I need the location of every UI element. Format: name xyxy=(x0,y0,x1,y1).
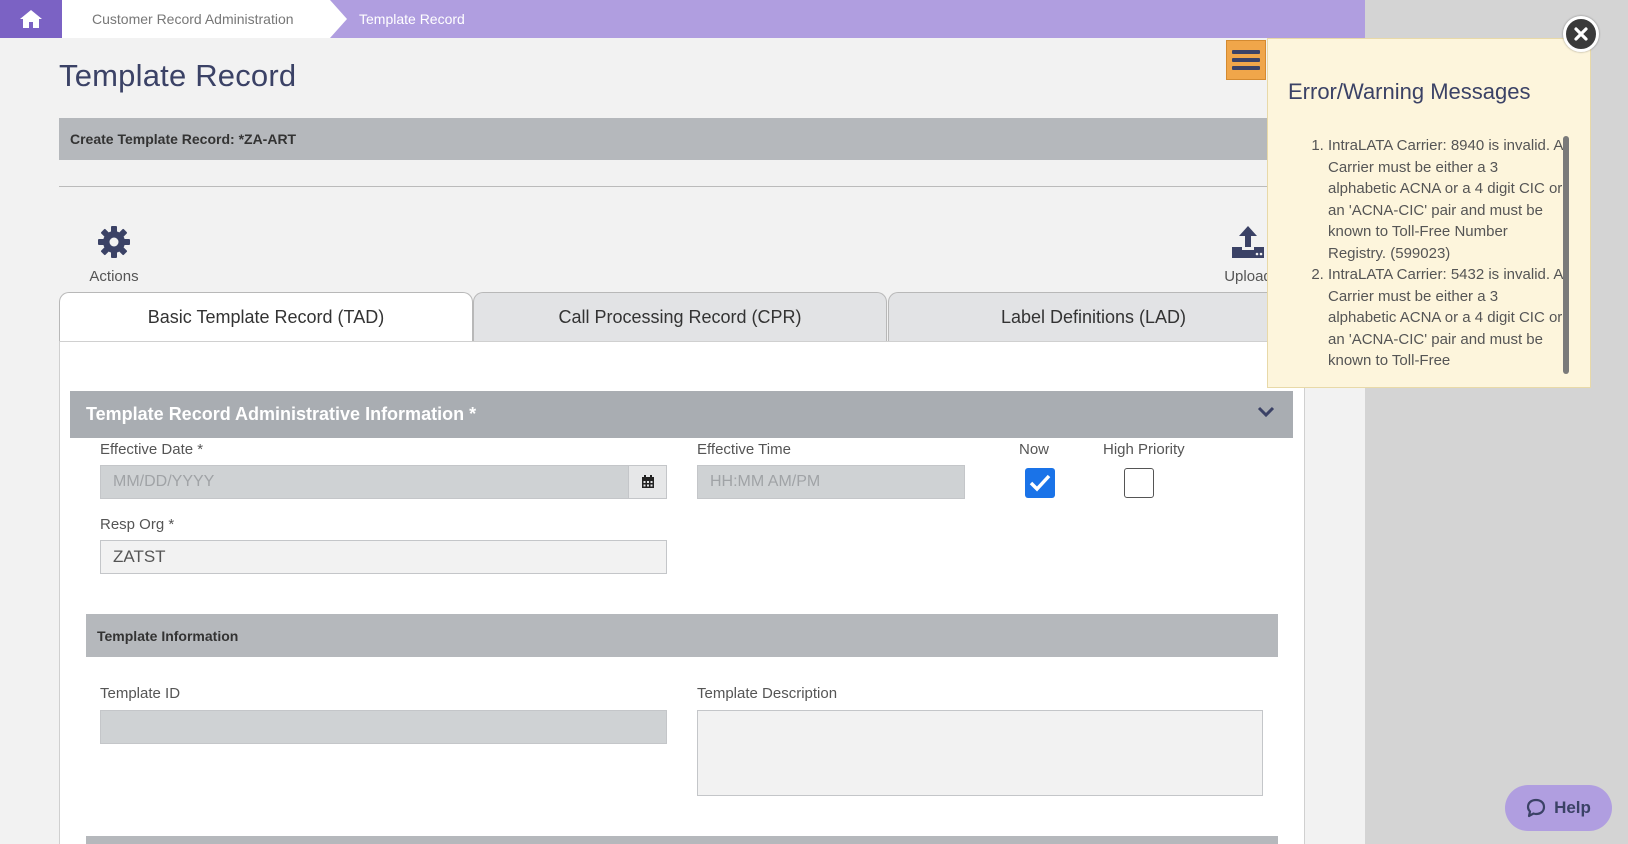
breadcrumb-item-customer-record-administration[interactable]: Customer Record Administration xyxy=(62,0,330,38)
now-checkbox[interactable] xyxy=(1025,468,1055,498)
breadcrumb-separator xyxy=(330,0,347,38)
high-priority-checkbox[interactable] xyxy=(1124,468,1154,498)
breadcrumb: Customer Record Administration Template … xyxy=(0,0,1365,38)
tab-label-definitions[interactable]: Label Definitions (LAD) xyxy=(888,292,1299,342)
actions-button[interactable]: Actions xyxy=(86,225,142,285)
chevron-down-icon[interactable] xyxy=(1257,406,1275,418)
create-record-bar: Create Template Record: *ZA-ART xyxy=(59,118,1269,160)
checkmark-icon xyxy=(1029,474,1051,492)
effective-time-input[interactable]: HH:MM AM/PM xyxy=(697,465,965,499)
close-icon xyxy=(1574,27,1588,41)
calendar-icon xyxy=(641,475,654,488)
resp-org-input[interactable]: ZATST xyxy=(100,540,667,574)
next-section-header xyxy=(86,836,1278,844)
error-message-list[interactable]: IntraLATA Carrier: 8940 is invalid. A Ca… xyxy=(1288,135,1568,375)
menu-button[interactable] xyxy=(1226,40,1266,80)
breadcrumb-item-template-record: Template Record xyxy=(359,11,465,27)
gear-icon xyxy=(98,226,130,258)
page-title: Template Record xyxy=(59,58,297,93)
error-message: IntraLATA Carrier: 5432 is invalid. A Ca… xyxy=(1328,264,1568,372)
admin-section-title: Template Record Administrative Informati… xyxy=(86,404,477,424)
tab-call-processing-record[interactable]: Call Processing Record (CPR) xyxy=(473,292,887,342)
app-window: Customer Record Administration Template … xyxy=(0,0,1365,844)
hamburger-icon xyxy=(1232,50,1260,70)
high-priority-label: High Priority xyxy=(1103,441,1185,458)
upload-icon xyxy=(1232,226,1264,258)
home-icon xyxy=(20,10,42,28)
record-tabs: Basic Template Record (TAD) Call Process… xyxy=(59,292,1299,342)
template-description-label: Template Description xyxy=(697,685,838,702)
template-information-header: Template Information xyxy=(86,614,1278,657)
home-button[interactable] xyxy=(0,0,62,38)
template-id-input[interactable] xyxy=(100,710,667,744)
error-warning-panel: Error/Warning Messages IntraLATA Carrier… xyxy=(1267,38,1591,388)
error-message: IntraLATA Carrier: 8940 is invalid. A Ca… xyxy=(1328,135,1568,264)
template-id-label: Template ID xyxy=(100,685,181,702)
close-error-panel-button[interactable] xyxy=(1563,16,1599,52)
effective-time-label: Effective Time xyxy=(697,441,791,458)
now-label: Now xyxy=(1019,441,1050,458)
actions-label: Actions xyxy=(89,268,139,285)
effective-date-input[interactable]: MM/DD/YYYY xyxy=(100,465,629,499)
admin-section-header[interactable]: Template Record Administrative Informati… xyxy=(70,391,1293,438)
resp-org-label: Resp Org * xyxy=(100,516,175,533)
help-label: Help xyxy=(1554,798,1591,817)
error-panel-scrollbar[interactable] xyxy=(1563,136,1569,374)
chat-bubble-icon xyxy=(1526,798,1546,818)
divider xyxy=(59,186,1269,187)
template-description-textarea[interactable] xyxy=(697,710,1263,796)
calendar-button[interactable] xyxy=(628,465,667,499)
help-button[interactable]: Help xyxy=(1505,785,1612,831)
error-panel-title: Error/Warning Messages xyxy=(1288,79,1531,104)
tab-basic-template-record[interactable]: Basic Template Record (TAD) xyxy=(59,292,473,342)
effective-date-label: Effective Date * xyxy=(100,441,204,458)
